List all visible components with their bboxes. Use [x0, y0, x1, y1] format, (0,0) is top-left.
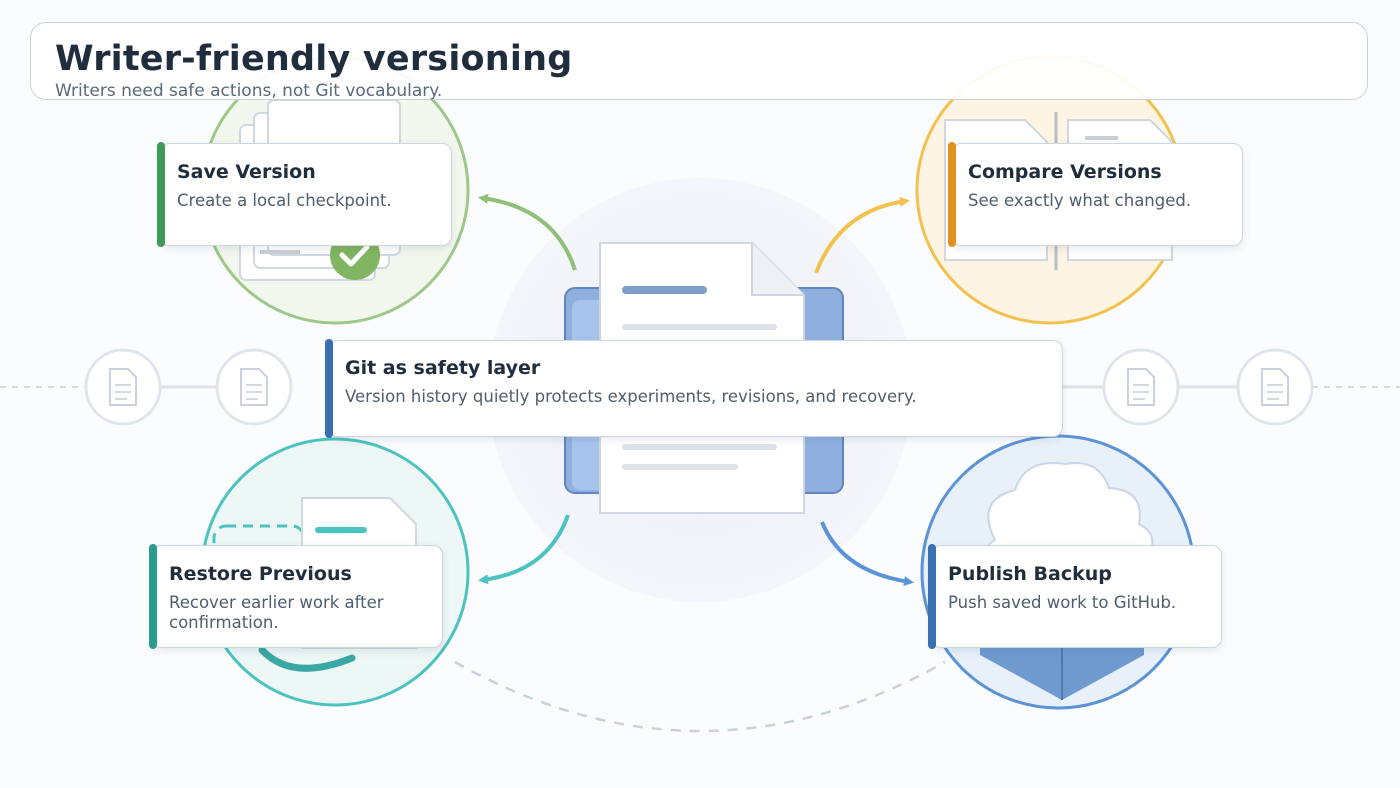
compare-versions-card: Compare Versions See exactly what change… [948, 142, 1243, 247]
card-description: Recover earlier work after confirmation. [169, 593, 384, 632]
card-description: Create a local checkpoint. [177, 191, 392, 210]
card-description: See exactly what changed. [968, 191, 1192, 210]
card-accent-bar [948, 142, 956, 247]
card-title: Git as safety layer [345, 357, 541, 379]
card-title: Compare Versions [968, 161, 1162, 183]
card-accent-bar [157, 142, 165, 247]
page-subtitle: Writers need safe actions, not Git vocab… [55, 81, 443, 101]
card-title: Publish Backup [948, 563, 1112, 585]
history-node-document-icon [1102, 348, 1180, 426]
history-node-document-icon [215, 348, 293, 426]
save-version-card: Save Version Create a local checkpoint. [157, 142, 452, 247]
git-safety-layer-card: Git as safety layer Version history quie… [325, 339, 1063, 438]
history-node-document-icon [84, 348, 162, 426]
card-accent-bar [325, 339, 333, 438]
card-accent-bar [149, 544, 157, 649]
publish-backup-card: Publish Backup Push saved work to GitHub… [928, 544, 1222, 649]
card-accent-bar [928, 544, 936, 649]
page-title: Writer-friendly versioning [55, 39, 573, 79]
title-banner: Writer-friendly versioning Writers need … [30, 22, 1368, 101]
history-node-document-icon [1236, 348, 1314, 426]
restore-previous-card: Restore Previous Recover earlier work af… [149, 544, 443, 649]
diagram-canvas: Writer-friendly versioning Writers need … [0, 0, 1400, 788]
card-description: Push saved work to GitHub. [948, 593, 1177, 612]
card-title: Save Version [177, 161, 316, 183]
sync-arc [454, 660, 946, 733]
card-description: Version history quietly protects experim… [345, 387, 917, 406]
card-title: Restore Previous [169, 563, 352, 585]
